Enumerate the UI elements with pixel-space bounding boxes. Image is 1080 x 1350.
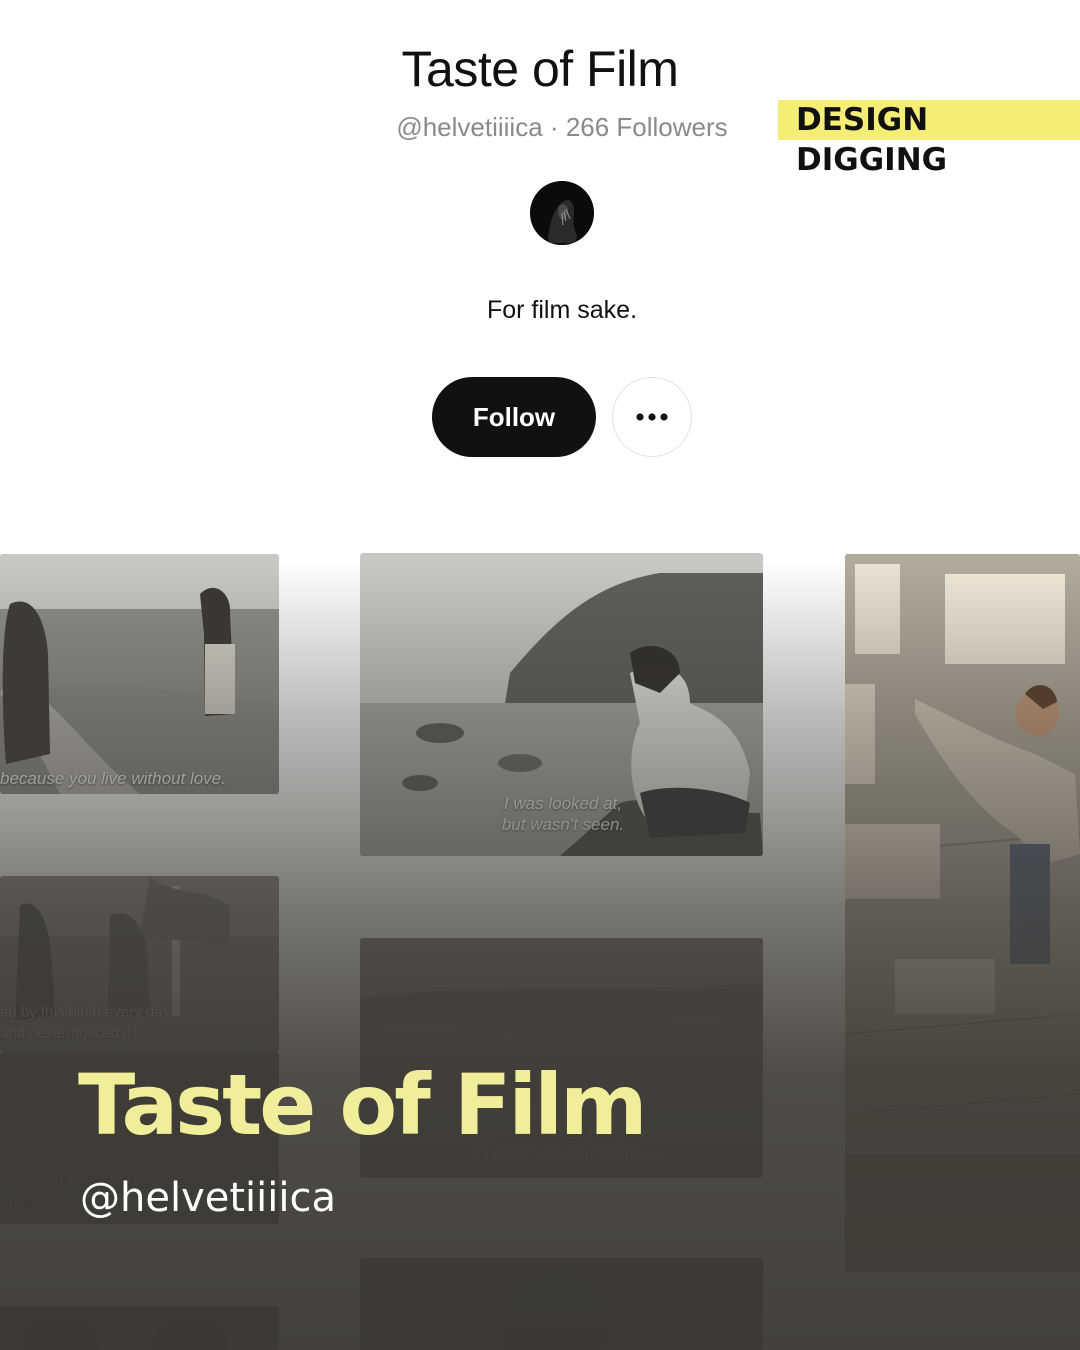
pin-card[interactable]: I was looked at, but wasn't seen. — [360, 553, 763, 856]
meta-separator: · — [549, 112, 559, 142]
overlay-title: Taste of Film — [78, 1056, 648, 1154]
pin-image — [360, 1258, 763, 1350]
pin-card[interactable]: ed by this birch every day and never not… — [0, 876, 279, 1052]
board-owner-link[interactable]: @helvetiiiica — [396, 112, 542, 142]
avatar-image — [530, 181, 594, 245]
more-options-button[interactable] — [612, 377, 692, 457]
more-horizontal-icon — [636, 413, 668, 421]
board-description: For film sake. — [486, 296, 638, 324]
pin-image — [0, 1306, 279, 1350]
pin-card[interactable] — [845, 554, 1080, 1272]
board-title: Taste of Film — [401, 41, 679, 97]
pin-image — [845, 554, 1080, 1272]
pin-caption: because you live without love. — [0, 769, 226, 788]
overlay-handle: @helvetiiiica — [80, 1175, 336, 1221]
design-digging-tag: DESIGN DIGGING — [778, 100, 1080, 178]
pin-card[interactable] — [0, 1306, 279, 1350]
pin-card[interactable]: because you live without love. — [0, 554, 279, 794]
followers-count[interactable]: 266 Followers — [566, 112, 728, 142]
avatar[interactable] — [530, 181, 594, 245]
pin-caption: I was looked at, but wasn't seen. — [501, 794, 625, 834]
pin-card[interactable] — [360, 1258, 763, 1350]
follow-button[interactable]: Follow — [432, 377, 596, 457]
pin-caption: ed by this birch every day and never not… — [0, 1004, 171, 1042]
pin-image — [0, 554, 279, 794]
